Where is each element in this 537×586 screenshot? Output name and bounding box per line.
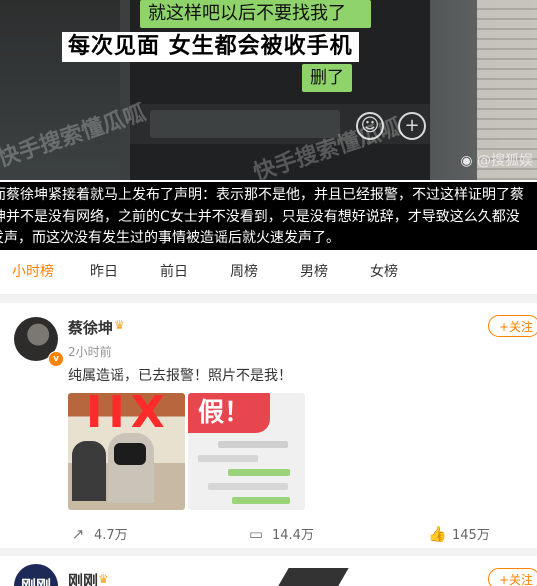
tab-weekly[interactable]: 周榜 — [230, 250, 258, 294]
statement-text-block: 而蔡徐坤紧接着就马上发布了声明：表示那不是他，并且已经报警，不过这样证明了蔡 坤… — [0, 182, 537, 250]
post-image-1[interactable]: IIX — [68, 393, 185, 510]
username[interactable]: 刚刚 — [68, 570, 98, 586]
like-button[interactable]: 👍 145万 — [428, 519, 490, 549]
brand-watermark: ◉ @搜狐娱 — [460, 150, 533, 170]
chat-input-box — [150, 110, 340, 138]
chat-line — [198, 455, 258, 462]
video-caption: 每次见面 女生都会被收手机 — [62, 32, 359, 62]
username[interactable]: 蔡徐坤 — [68, 317, 113, 338]
crown-icon: ♛ — [114, 318, 125, 332]
brand-text: @搜狐娱 — [477, 153, 533, 169]
tab-male[interactable]: 男榜 — [300, 250, 328, 294]
image-overlay-text: IIX — [86, 393, 171, 438]
post-image-partial — [271, 568, 349, 586]
statement-line: 坤并不是没有网络，之前的C女士并不没看到，只是没有想好说辞，才导致这么久都没 — [0, 208, 520, 225]
repost-button[interactable]: ↗ 4.7万 — [70, 519, 128, 549]
tab-day-before[interactable]: 前日 — [160, 250, 188, 294]
video-screenshot: 就这样吧以后不要找我了 每次见面 女生都会被收手机 删了 ☺ + 快手搜索懂瓜呱… — [0, 0, 537, 180]
divider — [0, 548, 537, 556]
chat-line — [218, 441, 288, 448]
tab-female[interactable]: 女榜 — [370, 250, 398, 294]
person-figure — [72, 441, 106, 501]
post-time: 2小时前 — [68, 345, 112, 359]
divider — [0, 295, 537, 303]
chat-bubble-deleted: 删了 — [302, 64, 352, 92]
comment-icon: ▭ — [248, 525, 264, 543]
tab-hourly[interactable]: 小时榜 — [12, 250, 54, 294]
repost-icon: ↗ — [71, 525, 85, 543]
face-mask — [114, 443, 146, 465]
follow-button[interactable]: +关注 — [488, 568, 537, 586]
post-card: v 蔡徐坤 ♛ 2小时前 +关注 纯属造谣，已去报警！照片不是我！ IIX 假！… — [0, 303, 537, 548]
camera-icon: ◉ — [460, 153, 473, 169]
chat-line — [232, 497, 290, 504]
comment-count: 14.4万 — [272, 528, 314, 543]
post-actions: ↗ 4.7万 ▭ 14.4万 👍 145万 — [0, 519, 537, 549]
verified-badge-icon: v — [48, 351, 64, 367]
tab-yesterday[interactable]: 昨日 — [90, 250, 118, 294]
comment-button[interactable]: ▭ 14.4万 — [248, 519, 314, 549]
post-text: 纯属造谣，已去报警！照片不是我！ — [68, 368, 292, 384]
fake-label: 假！ — [188, 393, 270, 433]
post-image-2[interactable]: 假！ — [188, 393, 305, 510]
statement-line: 发声，而这次没有发生过的事情被造谣后就火速发声了。 — [0, 230, 340, 246]
post-card-2: 刚刚 刚刚 ♛ +关注 — [0, 556, 537, 586]
avatar[interactable]: 刚刚 — [14, 564, 58, 586]
like-count: 145万 — [452, 528, 490, 543]
chat-line — [228, 469, 290, 476]
chat-bubble-top: 就这样吧以后不要找我了 — [140, 0, 371, 28]
ranking-tabs: 小时榜 昨日 前日 周榜 男榜 女榜 — [0, 250, 537, 295]
statement-line: 而蔡徐坤紧接着就马上发布了声明：表示那不是他，并且已经报警，不过这样证明了蔡 — [0, 187, 524, 203]
follow-button[interactable]: +关注 — [488, 315, 537, 337]
repost-count: 4.7万 — [94, 528, 128, 543]
crown-icon: ♛ — [98, 572, 109, 586]
thumbs-up-icon: 👍 — [428, 525, 447, 543]
chat-line — [208, 483, 288, 490]
